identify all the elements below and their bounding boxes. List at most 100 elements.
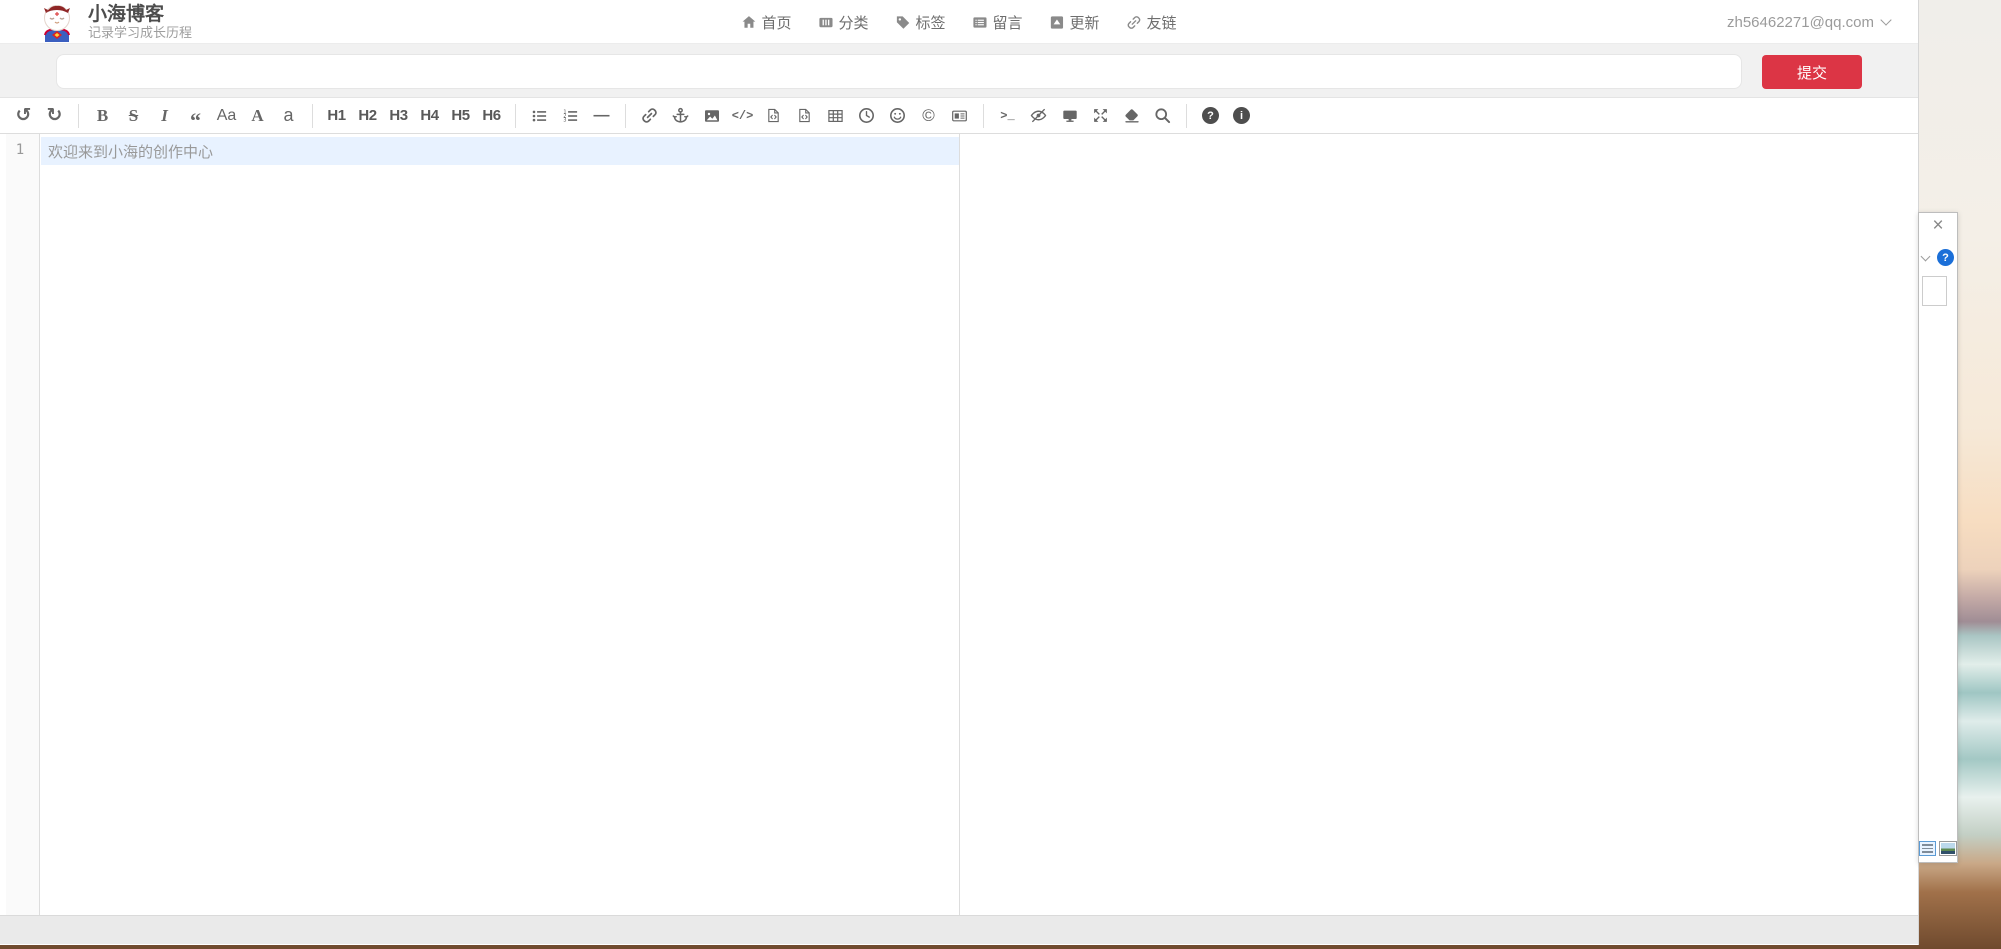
list-ul-icon [531, 108, 548, 124]
category-icon [818, 15, 833, 30]
markdown-preview-pane[interactable] [960, 134, 1918, 915]
toolbar-html-entities-button[interactable]: © [914, 101, 943, 131]
message-icon [973, 15, 988, 30]
nav-item-tags[interactable]: 标签 [895, 12, 945, 33]
avatar-cartoon [38, 3, 76, 43]
article-title-input[interactable] [56, 54, 1742, 89]
toolbar-separator [983, 104, 984, 128]
nav-item-updates[interactable]: 更新 [1050, 12, 1100, 33]
toolbar-h2-button[interactable]: H2 [353, 101, 382, 131]
toolbar-separator [312, 104, 313, 128]
toolbar-watch[interactable] [1024, 101, 1053, 131]
toolbar-pagebreak[interactable] [945, 101, 974, 131]
main-nav: 首页 分类 标签 留言 更新 友链 [741, 0, 1176, 44]
toolbar-code-button[interactable]: </> [728, 101, 757, 131]
home-icon [741, 15, 756, 30]
hr-glyph: — [594, 107, 610, 125]
toolbar-datetime[interactable] [852, 101, 881, 131]
file-code-icon [797, 107, 812, 124]
nav-item-friend-links[interactable]: 友链 [1127, 12, 1177, 33]
toolbar-lowercase-button[interactable]: a [274, 101, 303, 131]
image-view-icon[interactable] [1939, 841, 1957, 856]
toolbar-preformatted-text[interactable] [759, 101, 788, 131]
lowercase-glyph: a [283, 105, 293, 126]
toolbar-separator [515, 104, 516, 128]
question-circle-icon: ? [1202, 107, 1219, 124]
chevron-down-icon [1880, 14, 1891, 25]
uppercase-glyph: A [251, 106, 263, 126]
nav-item-categories[interactable]: 分类 [818, 12, 868, 33]
h6-glyph: H6 [482, 107, 500, 124]
toolbar-strikethrough-button[interactable]: S [119, 101, 148, 131]
chevron-down-icon[interactable] [1921, 251, 1931, 261]
toolbar-list-ul[interactable] [525, 101, 554, 131]
toolbar-clear[interactable] [1117, 101, 1146, 131]
toolbar-ucwords-button[interactable]: Aa [212, 101, 241, 131]
toolbar-undo-button[interactable]: ↺ [9, 101, 38, 131]
chain-icon [641, 107, 658, 124]
toolbar-code-block[interactable] [790, 101, 819, 131]
page-content: 小海博客 记录学习成长历程 首页 分类 标签 留言 更新 友链 zh56462271@qq… [0, 0, 1919, 945]
markdown-toolbar: ↺ ↻ BSI“ Aa Aa H1H2 H3 H4 H5 H6 123 — </> © >_? i [0, 98, 1918, 134]
markdown-editor[interactable]: 1 欢迎来到小海的创作中心 [0, 134, 960, 915]
toolbar-preview[interactable] [1055, 101, 1084, 131]
line-number-gutter [6, 134, 40, 915]
clock-icon [858, 107, 875, 124]
h3-glyph: H3 [389, 107, 407, 124]
list-ol-icon: 123 [562, 108, 579, 124]
side-popup-input[interactable] [1922, 276, 1947, 306]
editor-placeholder-text: 欢迎来到小海的创作中心 [48, 141, 213, 162]
ucwords-glyph: Aa [217, 107, 237, 125]
toolbar-link[interactable] [635, 101, 664, 131]
toolbar-bold-button[interactable]: B [88, 101, 117, 131]
toolbar-h5-button[interactable]: H5 [446, 101, 475, 131]
link-icon [1127, 15, 1142, 30]
site-logo-avatar[interactable] [38, 3, 76, 43]
toolbar-goto-line-button[interactable]: >_ [993, 101, 1022, 131]
nav-label: 友链 [1147, 12, 1177, 33]
toolbar-fullscreen[interactable] [1086, 101, 1115, 131]
toolbar-image[interactable] [697, 101, 726, 131]
toolbar-table[interactable] [821, 101, 850, 131]
toolbar-h1-button[interactable]: H1 [322, 101, 351, 131]
close-icon[interactable]: × [1919, 215, 1957, 237]
code-glyph: </> [732, 109, 754, 123]
toolbar-italic-button[interactable]: I [150, 101, 179, 131]
h4-glyph: H4 [420, 107, 438, 124]
nav-item-comments[interactable]: 留言 [973, 12, 1023, 33]
toolbar-redo-button[interactable]: ↻ [40, 101, 69, 131]
toolbar-h4-button[interactable]: H4 [415, 101, 444, 131]
toolbar-quote-button[interactable]: “ [181, 101, 210, 131]
brand[interactable]: 小海博客 记录学习成长历程 [88, 4, 192, 41]
list-view-icon[interactable] [1919, 841, 1936, 856]
undo-glyph: ↺ [16, 104, 32, 127]
toolbar-info-button[interactable]: i [1227, 101, 1256, 131]
toolbar-reference-link[interactable] [666, 101, 695, 131]
goto-line-glyph: >_ [1000, 109, 1014, 123]
toolbar-h6-button[interactable]: H6 [477, 101, 506, 131]
page-footer [0, 915, 1918, 944]
question-circle-icon[interactable]: ? [1937, 249, 1954, 266]
strikethrough-glyph: S [129, 106, 138, 126]
side-popup-view-toggles [1919, 841, 1957, 856]
toolbar-list-ol[interactable]: 123 [556, 101, 585, 131]
svg-text:3: 3 [563, 117, 566, 123]
toolbar-uppercase-button[interactable]: A [243, 101, 272, 131]
toolbar-help-button[interactable]: ? [1196, 101, 1225, 131]
toolbar-h3-button[interactable]: H3 [384, 101, 413, 131]
anchor-icon [672, 107, 689, 124]
table-icon [827, 108, 844, 124]
nav-item-home[interactable]: 首页 [741, 12, 791, 33]
nav-label: 更新 [1070, 12, 1100, 33]
composer-bar: 提交 [0, 44, 1918, 98]
account-menu[interactable]: zh56462271@qq.com [1727, 0, 1890, 44]
monitor-icon [1061, 108, 1079, 124]
toolbar-emoji[interactable] [883, 101, 912, 131]
nav-label: 留言 [993, 12, 1023, 33]
toolbar-search[interactable] [1148, 101, 1177, 131]
nav-label: 首页 [761, 12, 791, 33]
toolbar-hr-button[interactable]: — [587, 101, 616, 131]
expand-arrows-icon [1092, 107, 1109, 124]
site-title: 小海博客 [88, 4, 192, 25]
submit-button[interactable]: 提交 [1762, 55, 1862, 89]
